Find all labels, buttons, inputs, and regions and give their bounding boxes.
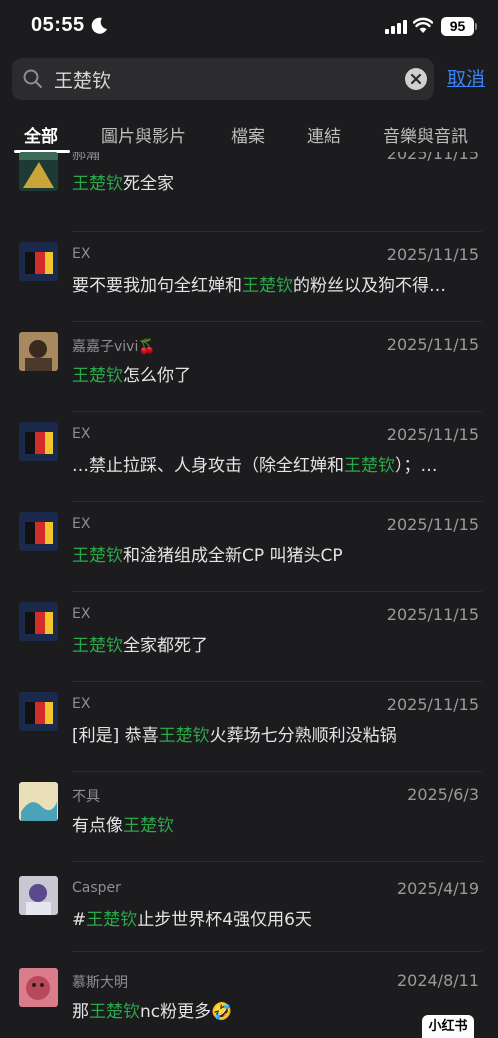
message-preview: #王楚钦止步世界杯4强仅用6天: [72, 910, 312, 930]
list-item[interactable]: 郝瀚 2025/11/15 王楚钦死全家: [0, 152, 498, 232]
message-date: 2025/11/15: [386, 152, 479, 163]
cancel-button[interactable]: 取消: [447, 64, 485, 91]
sender-name: 嘉嘉子vivi🍒: [72, 339, 156, 355]
message-preview: [利是] 恭喜王楚钦火葬场七分熟顺利没粘锅: [72, 726, 397, 746]
message-preview: 王楚钦怎么你了: [72, 366, 191, 386]
message-preview: …禁止拉踩、人身攻击（除全红婵和王楚钦）；…: [72, 456, 438, 476]
keyword-highlight: 王楚钦: [89, 1002, 140, 1022]
avatar: [19, 332, 58, 371]
message-preview: 王楚钦和淦猪组成全新CP 叫猪头CP: [72, 546, 343, 566]
sender-name: Casper: [72, 880, 121, 896]
list-item[interactable]: 嘉嘉子vivi🍒 2025/11/15 王楚钦怎么你了: [0, 322, 498, 412]
tab-photos-videos[interactable]: 圖片與影片: [101, 122, 186, 147]
list-item[interactable]: Casper 2025/4/19 #王楚钦止步世界杯4强仅用6天: [0, 862, 498, 952]
sender-name: 郝瀚: [72, 152, 100, 163]
wifi-icon: [413, 17, 433, 33]
filter-tabs: 全部 圖片與影片 檔案 連結 音樂與音訊: [0, 114, 498, 156]
tab-files[interactable]: 檔案: [231, 122, 265, 147]
avatar: [19, 422, 58, 461]
avatar: [19, 512, 58, 551]
clear-button[interactable]: [405, 68, 427, 90]
battery-tip: [475, 23, 477, 30]
keyword-highlight: 王楚钦: [72, 636, 123, 656]
keyword-highlight: 王楚钦: [242, 276, 293, 296]
status-time: 05:55: [31, 14, 85, 36]
list-item[interactable]: EX 2025/11/15 …禁止拉踩、人身攻击（除全红婵和王楚钦）；…: [0, 412, 498, 502]
message-preview: 有点像王楚钦: [72, 816, 174, 836]
sender-name: EX: [72, 696, 91, 712]
list-item[interactable]: EX 2025/11/15 王楚钦全家都死了: [0, 592, 498, 682]
list-item[interactable]: EX 2025/11/15 [利是] 恭喜王楚钦火葬场七分熟顺利没粘锅: [0, 682, 498, 772]
keyword-highlight: 王楚钦: [123, 816, 174, 836]
moon-icon: [91, 17, 107, 34]
sender-name: EX: [72, 516, 91, 532]
avatar: [19, 782, 58, 821]
avatar: [19, 692, 58, 731]
sender-name: 慕斯大明: [72, 975, 128, 991]
list-item[interactable]: EX 2025/11/15 王楚钦和淦猪组成全新CP 叫猪头CP: [0, 502, 498, 592]
message-date: 2025/11/15: [386, 605, 479, 624]
avatar: [19, 968, 58, 1007]
keyword-highlight: 王楚钦: [158, 726, 210, 746]
tab-links[interactable]: 連結: [307, 122, 341, 147]
avatar: [19, 242, 58, 281]
list-item[interactable]: 不具 2025/6/3 有点像王楚钦: [0, 772, 498, 862]
keyword-highlight: 王楚钦: [344, 456, 395, 476]
message-date: 2024/8/11: [396, 971, 479, 990]
tab-all[interactable]: 全部: [24, 122, 58, 147]
avatar: [19, 876, 58, 915]
message-preview: 那王楚钦nc粉更多🤣: [72, 1002, 233, 1022]
message-preview: 王楚钦全家都死了: [72, 636, 208, 656]
avatar: [19, 602, 58, 641]
keyword-highlight: 王楚钦: [72, 174, 123, 194]
message-preview: 王楚钦死全家: [72, 174, 174, 194]
tab-music-audio[interactable]: 音樂與音訊: [383, 122, 468, 147]
message-preview: 要不要我加句全红婵和王楚钦的粉丝以及狗不得…: [72, 276, 446, 296]
sender-name: 不具: [72, 789, 100, 805]
message-date: 2025/11/15: [386, 245, 479, 264]
sender-name: EX: [72, 606, 91, 622]
close-icon: [410, 73, 422, 85]
search-icon: [23, 69, 42, 88]
signal-icon: [385, 20, 407, 34]
avatar: [19, 152, 58, 191]
message-date: 2025/6/3: [407, 785, 479, 804]
search-bar[interactable]: [12, 58, 434, 100]
keyword-highlight: 王楚钦: [86, 910, 138, 930]
message-date: 2025/11/15: [386, 695, 479, 714]
message-date: 2025/4/19: [396, 879, 479, 898]
status-bar: 05:55 95: [0, 0, 498, 54]
sender-name: EX: [72, 246, 91, 262]
sender-name: EX: [72, 426, 91, 442]
battery-level: 95: [441, 17, 474, 36]
keyword-highlight: 王楚钦: [72, 546, 123, 566]
message-date: 2025/11/15: [386, 335, 479, 354]
keyword-highlight: 王楚钦: [72, 366, 123, 386]
message-date: 2025/11/15: [386, 425, 479, 444]
message-date: 2025/11/15: [386, 515, 479, 534]
search-input[interactable]: [54, 58, 394, 100]
watermark-logo: 小红书: [422, 1015, 474, 1038]
search-results-list: 郝瀚 2025/11/15 王楚钦死全家 EX 2025/11/15 要不要我加…: [0, 152, 498, 1038]
list-item[interactable]: EX 2025/11/15 要不要我加句全红婵和王楚钦的粉丝以及狗不得…: [0, 232, 498, 322]
